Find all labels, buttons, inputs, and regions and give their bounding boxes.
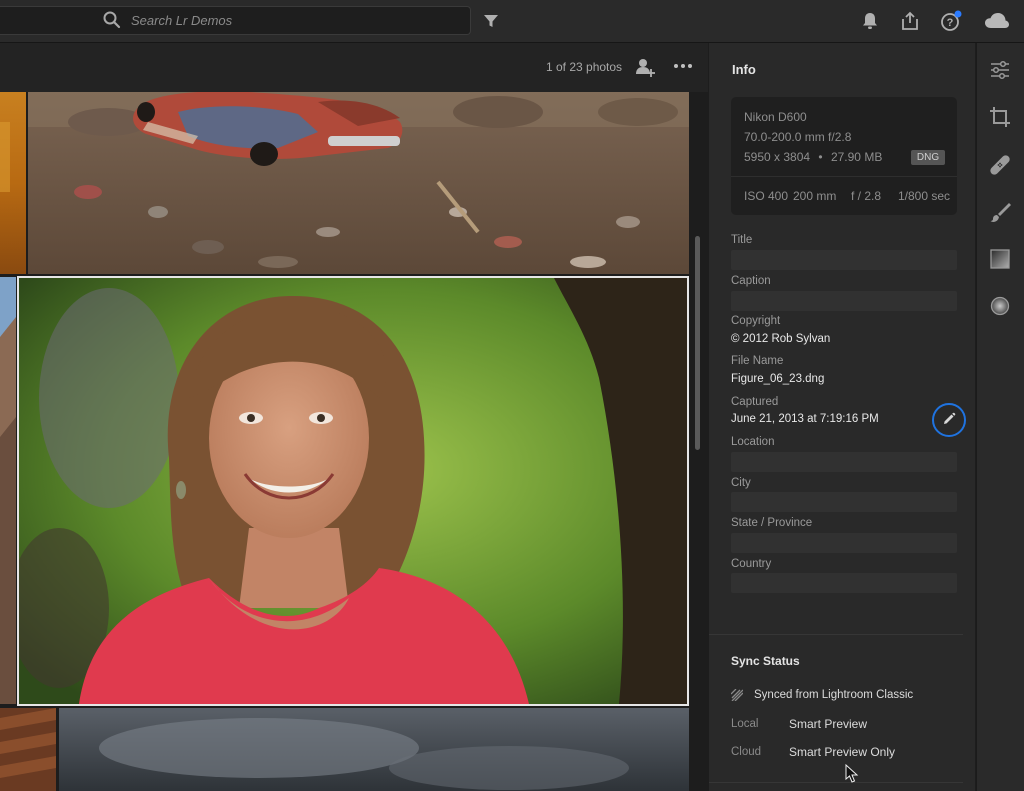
- country-field[interactable]: [731, 573, 957, 593]
- title-field[interactable]: [731, 250, 957, 270]
- filename-value: Figure_06_23.dng: [731, 373, 825, 385]
- section-divider: [709, 634, 963, 635]
- dimensions-value: 5950 x 3804: [744, 150, 811, 164]
- separator: •: [818, 150, 823, 164]
- caption-label: Caption: [731, 275, 771, 287]
- photo-thumbnail[interactable]: [59, 708, 689, 791]
- photo-thumbnail[interactable]: [0, 92, 26, 274]
- state-label: State / Province: [731, 517, 813, 529]
- country-label: Country: [731, 558, 772, 570]
- focal-length-value: 200 mm: [793, 189, 837, 203]
- edit-sliders-icon[interactable]: [987, 57, 1013, 83]
- edit-capture-date-button[interactable]: [932, 403, 966, 437]
- file-size: 27.90 MB: [830, 150, 883, 164]
- cloud-icon[interactable]: [983, 10, 1011, 32]
- bell-icon[interactable]: [859, 10, 881, 32]
- radial-icon[interactable]: [987, 293, 1013, 319]
- state-field[interactable]: [731, 533, 957, 553]
- copyright-value[interactable]: © 2012 Rob Sylvan: [731, 333, 830, 345]
- city-label: City: [731, 477, 751, 489]
- search-icon: [103, 11, 121, 29]
- healing-icon[interactable]: [987, 152, 1013, 178]
- lens: 70.0-200.0 mm f/2.8: [744, 130, 852, 144]
- photo-thumbnail[interactable]: [0, 277, 16, 704]
- svg-text:?: ?: [947, 17, 954, 29]
- cloud-label: Cloud: [731, 746, 762, 758]
- city-field[interactable]: [731, 492, 957, 512]
- iso-value: ISO 400: [744, 189, 789, 203]
- photo-count: 1 of 23 photos: [546, 60, 623, 74]
- caption-field[interactable]: [731, 291, 957, 311]
- photo-thumbnail[interactable]: [0, 708, 56, 791]
- aperture-value: f / 2.8: [851, 189, 882, 203]
- captured-label: Captured: [731, 396, 779, 408]
- filter-icon[interactable]: [480, 10, 502, 32]
- title-label: Title: [731, 234, 753, 246]
- gradient-icon[interactable]: [987, 246, 1013, 272]
- pencil-icon: [942, 412, 956, 429]
- metadata-divider: [731, 176, 957, 177]
- add-person-icon[interactable]: [634, 56, 656, 78]
- share-icon[interactable]: [899, 10, 921, 32]
- format-badge: DNG: [911, 150, 945, 165]
- selected-photo[interactable]: [17, 276, 689, 706]
- camera-model: Nikon D600: [744, 110, 807, 124]
- photo-thumbnail[interactable]: [28, 92, 689, 274]
- crop-icon[interactable]: [987, 104, 1013, 130]
- brush-icon[interactable]: [987, 199, 1013, 225]
- more-icon[interactable]: [672, 60, 694, 72]
- location-label: Location: [731, 436, 775, 448]
- captured-value: June 21, 2013 at 7:19:16 PM: [731, 413, 879, 425]
- location-field[interactable]: [731, 452, 957, 472]
- sync-status-text: Synced from Lightroom Classic: [754, 689, 914, 701]
- local-label: Local: [731, 718, 759, 730]
- scrollbar-thumb[interactable]: [695, 236, 700, 450]
- sync-status-title: Sync Status: [731, 654, 800, 668]
- sync-status-icon: [730, 688, 744, 702]
- help-icon[interactable]: ?: [940, 10, 962, 32]
- search-input[interactable]: [131, 10, 461, 30]
- shutter-speed-value: 1/800 sec: [898, 189, 951, 203]
- cloud-value: Smart Preview Only: [789, 745, 896, 759]
- mouse-cursor: [845, 763, 859, 784]
- info-title: Info: [732, 62, 756, 77]
- local-value: Smart Preview: [789, 717, 868, 731]
- image-dimensions: 5950 x 3804 • 27.90 MB: [744, 150, 882, 164]
- section-divider: [709, 782, 963, 783]
- filename-label: File Name: [731, 355, 784, 367]
- copyright-label: Copyright: [731, 315, 781, 327]
